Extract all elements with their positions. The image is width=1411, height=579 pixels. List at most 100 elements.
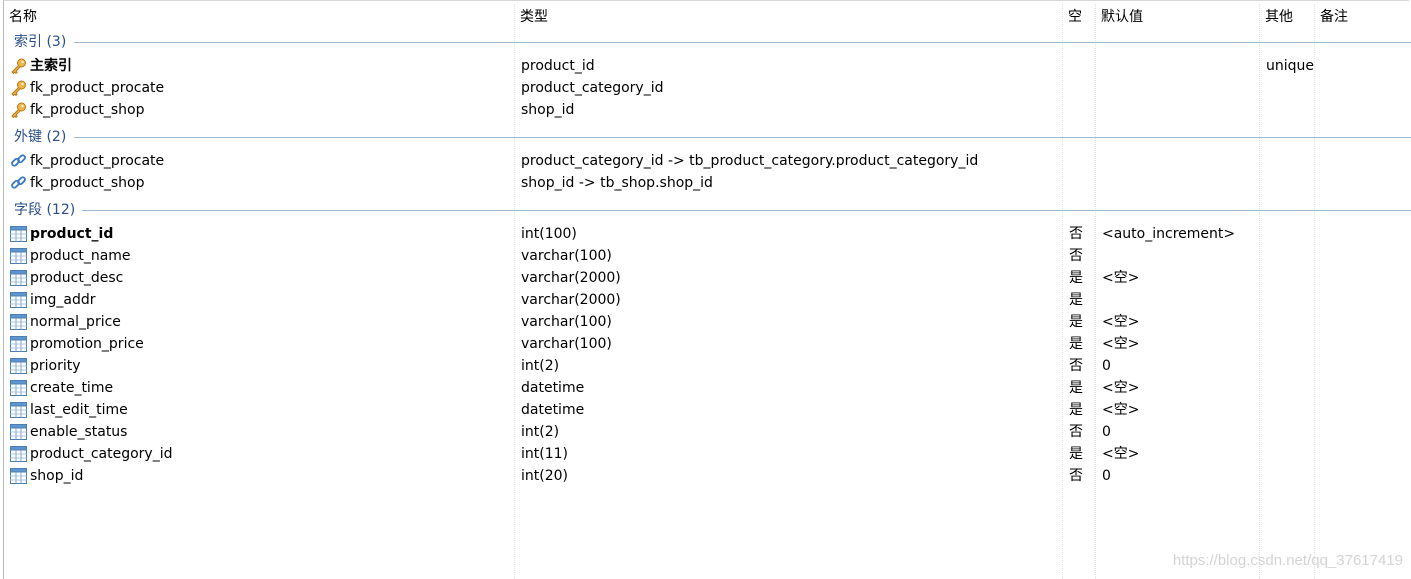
field-name: product_category_id xyxy=(30,446,173,462)
field-type: int(100) xyxy=(521,226,577,242)
field-nullable: 是 xyxy=(1069,314,1083,330)
index-fields: product_category_id xyxy=(521,80,664,96)
index-row[interactable]: fk_product_procate product_category_id xyxy=(0,77,1411,99)
watermark: https://blog.csdn.net/qq_37617419 xyxy=(1172,552,1403,569)
field-row[interactable]: shop_id int(20) 否 0 xyxy=(0,465,1411,487)
foreign-key-name: fk_product_shop xyxy=(30,175,145,191)
column-icon xyxy=(10,226,27,242)
column-icon xyxy=(10,248,27,264)
field-nullable: 是 xyxy=(1069,270,1083,286)
group-header-fields[interactable]: 字段 (12) xyxy=(14,199,75,221)
field-nullable: 是 xyxy=(1069,402,1083,418)
group-divider xyxy=(82,210,1411,211)
field-row[interactable]: product_id int(100) 否 <auto_increment> xyxy=(0,223,1411,245)
field-row[interactable]: priority int(2) 否 0 xyxy=(0,355,1411,377)
field-nullable: 否 xyxy=(1069,358,1083,374)
foreign-key-reference: shop_id -> tb_shop.shop_id xyxy=(521,175,713,191)
field-nullable: 是 xyxy=(1069,446,1083,462)
field-type: varchar(100) xyxy=(521,314,612,330)
field-row[interactable]: product_category_id int(11) 是 <空> xyxy=(0,443,1411,465)
column-header-row: 名称 类型 空 默认值 其他 备注 xyxy=(0,4,1411,28)
index-type: unique xyxy=(1266,58,1315,74)
index-fields: product_id xyxy=(521,58,595,74)
column-icon xyxy=(10,446,27,462)
field-name: normal_price xyxy=(30,314,121,330)
group-header-foreign-keys[interactable]: 外键 (2) xyxy=(14,126,66,148)
field-name: enable_status xyxy=(30,424,128,440)
field-name: product_id xyxy=(30,226,114,242)
foreign-key-reference: product_category_id -> tb_product_catego… xyxy=(521,153,979,169)
column-icon xyxy=(10,380,27,396)
field-type: datetime xyxy=(521,402,585,418)
header-name[interactable]: 名称 xyxy=(9,8,37,26)
foreign-key-row[interactable]: fk_product_procate product_category_id ->… xyxy=(0,150,1411,172)
column-icon xyxy=(10,270,27,286)
column-icon xyxy=(10,336,27,352)
field-row[interactable]: product_desc varchar(2000) 是 <空> xyxy=(0,267,1411,289)
index-name: fk_product_shop xyxy=(30,102,145,118)
column-icon xyxy=(10,402,27,418)
field-row[interactable]: product_name varchar(100) 否 xyxy=(0,245,1411,267)
index-row[interactable]: 主索引 product_id unique xyxy=(0,55,1411,77)
field-row[interactable]: promotion_price varchar(100) 是 <空> xyxy=(0,333,1411,355)
field-name: create_time xyxy=(30,380,114,396)
link-icon xyxy=(10,175,27,191)
field-default: 0 xyxy=(1102,358,1111,374)
field-name: img_addr xyxy=(30,292,96,308)
field-default: <空> xyxy=(1102,380,1140,396)
field-nullable: 否 xyxy=(1069,424,1083,440)
field-default: <空> xyxy=(1102,314,1140,330)
field-name: promotion_price xyxy=(30,336,144,352)
field-type: int(2) xyxy=(521,358,560,374)
field-default: 0 xyxy=(1102,468,1111,484)
header-type[interactable]: 类型 xyxy=(520,8,548,26)
field-nullable: 否 xyxy=(1069,248,1083,264)
field-type: int(2) xyxy=(521,424,560,440)
field-type: varchar(2000) xyxy=(521,270,621,286)
field-row[interactable]: enable_status int(2) 否 0 xyxy=(0,421,1411,443)
field-nullable: 否 xyxy=(1069,226,1083,242)
group-divider xyxy=(74,137,1411,138)
index-name: fk_product_procate xyxy=(30,80,165,96)
field-type: int(11) xyxy=(521,446,568,462)
field-name: priority xyxy=(30,358,81,374)
field-default: <空> xyxy=(1102,446,1140,462)
column-icon xyxy=(10,292,27,308)
index-name: 主索引 xyxy=(30,58,72,74)
field-row[interactable]: create_time datetime 是 <空> xyxy=(0,377,1411,399)
index-row[interactable]: fk_product_shop shop_id xyxy=(0,99,1411,121)
field-name: shop_id xyxy=(30,468,84,484)
field-row[interactable]: normal_price varchar(100) 是 <空> xyxy=(0,311,1411,333)
field-type: varchar(2000) xyxy=(521,292,621,308)
field-name: last_edit_time xyxy=(30,402,128,418)
field-nullable: 是 xyxy=(1069,380,1083,396)
field-row[interactable]: last_edit_time datetime 是 <空> xyxy=(0,399,1411,421)
column-icon xyxy=(10,468,27,484)
link-icon xyxy=(10,153,27,169)
field-type: varchar(100) xyxy=(521,248,612,264)
foreign-key-name: fk_product_procate xyxy=(30,153,165,169)
header-comment[interactable]: 备注 xyxy=(1320,8,1348,26)
key-icon xyxy=(10,58,27,74)
field-nullable: 是 xyxy=(1069,336,1083,352)
header-other[interactable]: 其他 xyxy=(1265,8,1293,26)
column-icon xyxy=(10,314,27,330)
field-type: varchar(100) xyxy=(521,336,612,352)
field-row[interactable]: img_addr varchar(2000) 是 xyxy=(0,289,1411,311)
field-default: <空> xyxy=(1102,270,1140,286)
field-name: product_name xyxy=(30,248,131,264)
group-header-indexes[interactable]: 索引 (3) xyxy=(14,31,66,53)
field-type: datetime xyxy=(521,380,585,396)
field-nullable: 是 xyxy=(1069,292,1083,308)
header-default[interactable]: 默认值 xyxy=(1101,8,1143,26)
field-default: 0 xyxy=(1102,424,1111,440)
field-default: <auto_increment> xyxy=(1102,226,1236,242)
index-fields: shop_id xyxy=(521,102,575,118)
field-name: product_desc xyxy=(30,270,124,286)
field-type: int(20) xyxy=(521,468,568,484)
header-null[interactable]: 空 xyxy=(1068,8,1082,26)
field-nullable: 否 xyxy=(1069,468,1083,484)
key-icon xyxy=(10,102,27,118)
foreign-key-row[interactable]: fk_product_shop shop_id -> tb_shop.shop_i… xyxy=(0,172,1411,194)
column-icon xyxy=(10,358,27,374)
